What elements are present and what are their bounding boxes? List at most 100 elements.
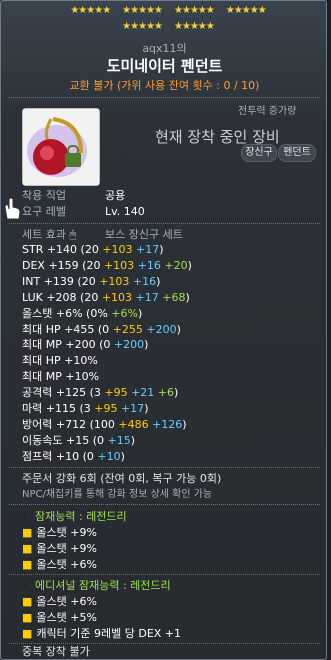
star-icon: ★ bbox=[138, 21, 147, 32]
stat-value: +95 bbox=[94, 402, 118, 415]
stat-value: +455 (0 bbox=[64, 322, 113, 336]
stat-value: +15 (0 bbox=[65, 433, 108, 447]
stat-value: +17 bbox=[117, 402, 145, 415]
stat-value: +68 bbox=[158, 290, 186, 304]
scrollbar[interactable] bbox=[327, 0, 331, 660]
stat-name: 점프력 bbox=[22, 449, 56, 463]
stat-row: STR +140 (20 +103 +17) bbox=[22, 243, 164, 257]
star-icon: ★ bbox=[197, 21, 207, 32]
star-icon: ★ bbox=[189, 21, 199, 32]
stat-name: 최대 HP bbox=[22, 354, 65, 368]
stat-name: STR bbox=[22, 243, 47, 256]
star-icon: ★ bbox=[197, 5, 207, 16]
star-icon: ★ bbox=[130, 5, 139, 16]
potential-line: ■ 올스탯 +6% bbox=[22, 558, 97, 571]
divider bbox=[9, 574, 320, 575]
stat-value: ) bbox=[174, 386, 179, 400]
combat-power-label: 전투력 증가량 bbox=[238, 106, 297, 117]
stat-value: ) bbox=[176, 322, 181, 336]
stat-value: +159 (20 bbox=[48, 258, 104, 272]
star-icon: ★ bbox=[233, 5, 243, 16]
star-icon: ★ bbox=[174, 21, 183, 32]
stat-value: ) bbox=[130, 433, 135, 447]
star-force-row-2: ★ ★ ★ ★ ★ ★ ★ ★ ★ ★ bbox=[9, 21, 327, 33]
stat-value: +16 bbox=[134, 258, 161, 272]
potential-line: ■ 올스탯 +9% bbox=[22, 542, 97, 555]
scroll-upgrade-info: 주문서 강화 6회 (잔여 0회, 복구 가능 0회) bbox=[22, 472, 222, 485]
stat-name: 올스탯 bbox=[22, 306, 56, 320]
stat-row: 최대 MP +200 (0 +200) bbox=[22, 338, 148, 352]
star-icon: ★ bbox=[102, 5, 111, 16]
divider bbox=[9, 223, 320, 224]
star-icon: ★ bbox=[181, 21, 191, 32]
star-icon: ★ bbox=[154, 5, 163, 16]
stat-value: +10 bbox=[97, 449, 121, 463]
additional-line: ■ 올스탯 +5% bbox=[22, 611, 97, 624]
stat-value: +103 bbox=[103, 258, 135, 272]
divider bbox=[9, 97, 320, 98]
stat-value: ) bbox=[144, 338, 149, 352]
divider bbox=[9, 504, 320, 505]
star-icon: ★ bbox=[122, 21, 131, 32]
stat-row: 최대 MP +10% bbox=[22, 370, 99, 384]
star-icon: ★ bbox=[146, 5, 155, 16]
stat-value: +10% bbox=[64, 354, 98, 368]
stat-row: 올스탯 +6% (0% +6%) bbox=[22, 307, 142, 321]
star-icon: ★ bbox=[241, 5, 251, 16]
star-icon: ★ bbox=[189, 5, 199, 16]
star-icon: ★ bbox=[70, 5, 79, 16]
stat-value: +115 (3 bbox=[45, 402, 95, 415]
additional-line: ■ 올스탯 +6% bbox=[22, 595, 97, 608]
star-icon: ★ bbox=[249, 5, 259, 16]
stat-value: ) bbox=[156, 274, 161, 288]
potential-title: 잠재능력 : 레전드리 bbox=[35, 510, 127, 523]
stat-value: ) bbox=[185, 290, 190, 304]
pendant-icon bbox=[23, 109, 99, 185]
stat-row: 방어력 +712 (100 +486 +126) bbox=[22, 418, 187, 432]
item-icon-frame bbox=[22, 108, 100, 186]
category-tag-accessory: 장신구 bbox=[241, 144, 277, 162]
category-tag-pendant: 펜던트 bbox=[278, 144, 316, 162]
stat-name: 마력 bbox=[22, 402, 46, 415]
star-icon: ★ bbox=[86, 5, 95, 16]
stat-name: 방어력 bbox=[22, 417, 56, 431]
stat-value: +103 bbox=[101, 290, 133, 304]
stat-name: 최대 MP bbox=[22, 370, 66, 384]
item-name: 도미네이터 펜던트 bbox=[106, 57, 223, 75]
star-icon: ★ bbox=[78, 5, 87, 16]
required-level-label: 요구 레벨 bbox=[22, 205, 66, 218]
stat-row: 최대 HP +455 (0 +255 +200) bbox=[22, 323, 181, 337]
divider bbox=[9, 643, 320, 644]
stat-row: 최대 HP +10% bbox=[22, 354, 98, 368]
npc-info: NPC/채집키를 통해 강화 정보 상세 확인 가능 bbox=[22, 489, 213, 500]
stat-value: +10% bbox=[65, 370, 100, 384]
stat-value: +126 bbox=[148, 417, 183, 431]
stat-row: INT +139 (20 +103 +16) bbox=[22, 275, 160, 289]
stat-name: LUK bbox=[22, 290, 47, 304]
stat-value: ) bbox=[182, 417, 187, 431]
set-effect-value: 보스 장신구 세트 bbox=[105, 228, 183, 241]
stat-value: +6% (0% bbox=[55, 306, 112, 320]
stat-value: +17 bbox=[132, 243, 160, 256]
potential-line: ■ 올스탯 +9% bbox=[22, 526, 97, 539]
stat-value: +20 bbox=[160, 258, 188, 272]
stat-value: ) bbox=[144, 402, 149, 415]
stat-value: +17 bbox=[132, 290, 159, 304]
stat-value: +125 (3 bbox=[55, 386, 105, 400]
stat-value: +15 bbox=[107, 433, 131, 447]
star-icon: ★ bbox=[257, 5, 267, 16]
stat-name: 이동속도 bbox=[22, 433, 66, 447]
stat-value: +200 bbox=[142, 322, 177, 336]
stat-value: +139 (20 bbox=[43, 274, 100, 288]
required-level-value: Lv. 140 bbox=[105, 205, 145, 218]
owner-name: aqx11의 bbox=[142, 42, 187, 55]
stat-value: +200 (0 bbox=[65, 338, 114, 352]
stat-value: +10 (0 bbox=[55, 449, 98, 463]
star-icon: ★ bbox=[225, 5, 235, 16]
stat-value: ) bbox=[120, 449, 125, 463]
stat-value: +6 bbox=[154, 386, 175, 400]
star-force-row-1: ★ ★ ★ ★ ★ ★ ★ ★ ★ ★ ★ ★ ★ ★ ★ ★ ★ ★ ★ ★ bbox=[9, 5, 327, 17]
required-job-label: 착용 직업 bbox=[22, 189, 66, 202]
required-job-value: 공용 bbox=[105, 189, 126, 202]
stat-value: +140 (20 bbox=[46, 243, 103, 256]
